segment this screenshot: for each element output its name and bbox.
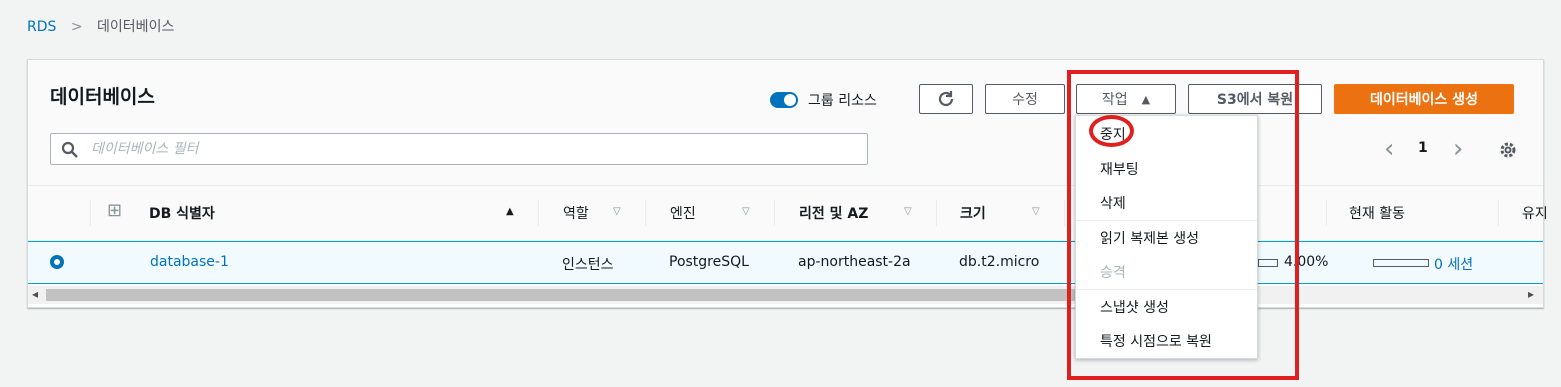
activity-sessions-link[interactable]: 0 세션: [1434, 254, 1473, 274]
table-header: ⊞ DB 식별자 ▲ 역할 ▽ 엔진 ▽ 리전 및 AZ ▽ 크기 ▽ 현재 활…: [28, 186, 1548, 241]
horizontal-scrollbar[interactable]: ◂ ▸: [28, 286, 1543, 304]
breadcrumb-current: 데이터베이스: [97, 19, 175, 35]
column-header-size[interactable]: 크기: [960, 203, 986, 223]
column-divider: [90, 200, 91, 226]
column-divider: [538, 200, 539, 226]
breadcrumb-rds-link[interactable]: RDS: [27, 19, 56, 35]
sort-filter-icon[interactable]: ▽: [613, 206, 621, 217]
settings-gear-icon[interactable]: [1498, 140, 1518, 160]
activity-meter: [1373, 259, 1429, 267]
pager-next-icon[interactable]: ›: [1453, 134, 1463, 164]
breadcrumb: RDS > 데이터베이스: [27, 16, 174, 36]
modify-button[interactable]: 수정: [985, 84, 1065, 114]
refresh-button[interactable]: [919, 84, 973, 114]
sort-ascending-icon[interactable]: ▲: [506, 206, 514, 217]
db-identifier-link[interactable]: database-1: [150, 254, 229, 270]
engine-cell: PostgreSQL: [669, 254, 749, 270]
group-resources-label: 그룹 리소스: [808, 93, 877, 109]
column-divider: [774, 200, 775, 226]
column-header-maintenance[interactable]: 유지: [1522, 203, 1548, 223]
row-select-radio[interactable]: [50, 255, 64, 269]
panel-header: 데이터베이스 그룹 리소스 수정 작업 ▲ S3에서 복원 데이터베이스 생성 …: [28, 60, 1543, 186]
column-header-region[interactable]: 리전 및 AZ: [799, 203, 868, 223]
expand-all-icon[interactable]: ⊞: [107, 200, 122, 221]
chevron-right-icon: >: [70, 19, 83, 35]
pager-prev-icon[interactable]: ‹: [1384, 134, 1394, 164]
table-row[interactable]: database-1 인스턴스 PostgreSQL ap-northeast-…: [28, 241, 1543, 284]
sort-filter-icon[interactable]: ▽: [904, 206, 912, 217]
column-divider: [645, 200, 646, 226]
refresh-icon: [938, 91, 954, 107]
toggle-knob: [784, 94, 796, 106]
database-filter[interactable]: [50, 133, 868, 165]
radio-dot: [54, 259, 60, 265]
column-divider: [936, 200, 937, 226]
column-header-role[interactable]: 역할: [563, 203, 589, 223]
column-header-db-id[interactable]: DB 식별자: [149, 203, 215, 223]
scrollbar-thumb[interactable]: [46, 289, 1091, 301]
column-header-engine[interactable]: 엔진: [670, 203, 696, 223]
search-icon: [61, 141, 78, 158]
pager-current-page[interactable]: 1: [1418, 140, 1428, 156]
scroll-left-arrow[interactable]: ◂: [32, 287, 38, 301]
database-filter-input[interactable]: [89, 140, 853, 158]
group-resources-toggle[interactable]: [770, 92, 798, 108]
annotation-highlight-circle: [1089, 115, 1134, 147]
role-cell: 인스턴스: [562, 257, 614, 273]
column-divider: [1064, 200, 1065, 226]
size-cell: db.t2.micro: [959, 254, 1040, 270]
create-database-button[interactable]: 데이터베이스 생성: [1334, 84, 1514, 114]
column-divider: [1498, 200, 1499, 226]
databases-panel: 데이터베이스 그룹 리소스 수정 작업 ▲ S3에서 복원 데이터베이스 생성 …: [27, 59, 1548, 308]
sort-filter-icon[interactable]: ▽: [1032, 206, 1040, 217]
column-divider: [1326, 200, 1327, 226]
region-cell: ap-northeast-2a: [798, 254, 911, 270]
column-header-activity[interactable]: 현재 활동: [1349, 203, 1405, 223]
sort-filter-icon[interactable]: ▽: [742, 206, 750, 217]
page-title: 데이터베이스: [50, 86, 155, 108]
scroll-right-arrow[interactable]: ▸: [1528, 287, 1534, 301]
